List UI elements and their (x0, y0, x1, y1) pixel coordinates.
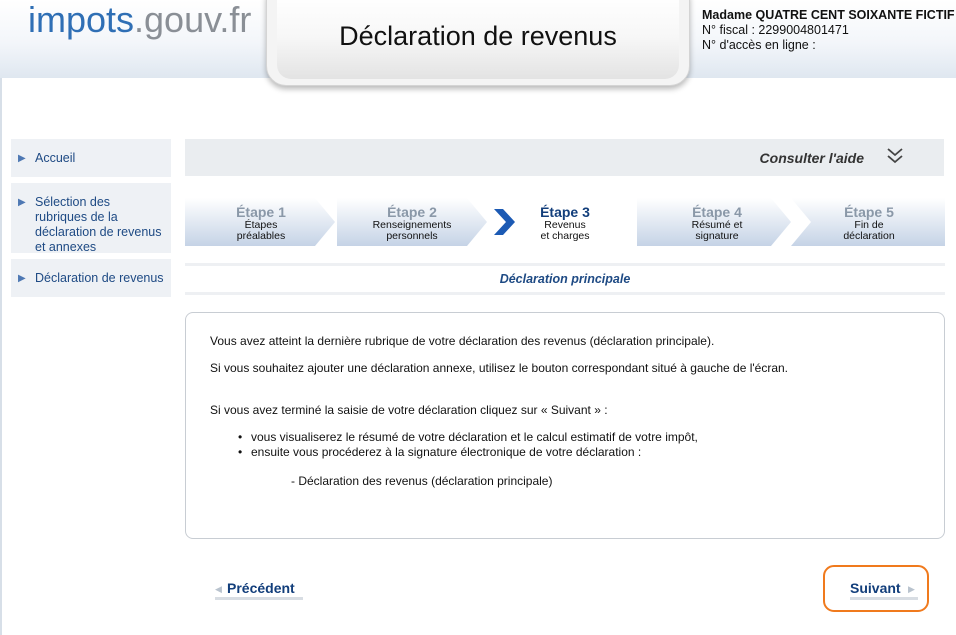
triangle-right-icon: ▶ (18, 273, 26, 284)
step-number: Étape 2 (387, 204, 437, 220)
previous-button[interactable]: ◀ Précédent (215, 580, 303, 600)
info-paragraph: Si vous avez terminé la saisie de votre … (210, 403, 608, 417)
page-title: Déclaration de revenus (339, 21, 617, 51)
logo-text-main: impots (28, 0, 135, 40)
sidebar-item-label: Accueil (35, 151, 76, 165)
step-description-line2: déclaration (843, 230, 895, 242)
previous-label: Précédent (227, 580, 295, 596)
step-description-line2: signature (695, 230, 739, 242)
sidebar-item-label: Sélection des rubriques de la déclaratio… (35, 195, 162, 254)
next-label: Suivant (850, 580, 901, 596)
arrow-right-icon: ▶ (908, 584, 915, 594)
step-2: Étape 2 Renseignements personnels (336, 196, 488, 242)
user-name: Madame QUATRE CENT SOIXANTE FICTIF (702, 8, 955, 22)
help-bar[interactable]: Consulter l'aide (185, 139, 944, 176)
left-divider (0, 78, 2, 635)
next-button[interactable]: Suivant ▶ (850, 580, 918, 600)
user-info: Madame QUATRE CENT SOIXANTE FICTIF N° fi… (702, 8, 955, 53)
triangle-right-icon: ▶ (18, 153, 26, 164)
double-chevron-down-icon[interactable] (886, 147, 904, 165)
sidebar: ▶ Accueil ▶ Sélection des rubriques de l… (11, 139, 171, 303)
triangle-right-icon: ▶ (18, 197, 26, 208)
sidebar-item-selection-rubriques[interactable]: ▶ Sélection des rubriques de la déclarat… (11, 183, 171, 254)
step-description-line2: et charges (540, 230, 590, 242)
info-paragraph: Si vous souhaitez ajouter une déclaratio… (210, 361, 789, 375)
step-number: Étape 1 (236, 204, 286, 220)
step-1: Étape 1 Étapes préalables (185, 196, 337, 242)
sidebar-item-declaration-revenus[interactable]: ▶ Déclaration de revenus (11, 259, 171, 297)
logo-text-domain: .gouv.fr (134, 0, 252, 40)
fiscal-number: N° fiscal : 2299004801471 (702, 23, 849, 37)
sidebar-item-accueil[interactable]: ▶ Accueil (11, 139, 171, 177)
step-3-current: Étape 3 Revenus et charges (489, 196, 641, 242)
step-number: Étape 3 (540, 204, 590, 220)
help-link[interactable]: Consulter l'aide (760, 150, 864, 166)
list-item: ensuite vous procéderez à la signature é… (238, 445, 698, 460)
title-tab-inner: Déclaration de revenus (277, 0, 679, 79)
info-paragraph: Vous avez atteint la dernière rubrique d… (210, 334, 715, 348)
step-number: Étape 4 (692, 204, 742, 220)
step-description-line2: préalables (236, 230, 286, 242)
section-title: Déclaration principale (185, 263, 945, 295)
step-5: Étape 5 Fin de déclaration (793, 196, 945, 242)
info-panel: Vous avez atteint la dernière rubrique d… (185, 312, 945, 539)
info-bullet-list: vous visualiserez le résumé de votre déc… (238, 430, 698, 460)
step-4: Étape 4 Résumé et signature (641, 196, 793, 242)
declaration-item: - Déclaration des revenus (déclaration p… (291, 474, 553, 488)
online-access-number: N° d'accès en ligne : (702, 38, 816, 52)
step-progress: Étape 1 Étapes préalables Étape 2 Rensei… (185, 196, 945, 248)
arrow-left-icon: ◀ (215, 584, 222, 594)
step-number: Étape 5 (844, 204, 894, 220)
list-item: vous visualiserez le résumé de votre déc… (238, 430, 698, 445)
step-description-line2: personnels (386, 230, 438, 242)
site-logo[interactable]: impots.gouv.fr (28, 0, 251, 40)
next-button-highlight[interactable]: Suivant ▶ (823, 565, 929, 612)
title-tab: Déclaration de revenus (266, 0, 690, 86)
sidebar-item-label: Déclaration de revenus (35, 271, 164, 285)
